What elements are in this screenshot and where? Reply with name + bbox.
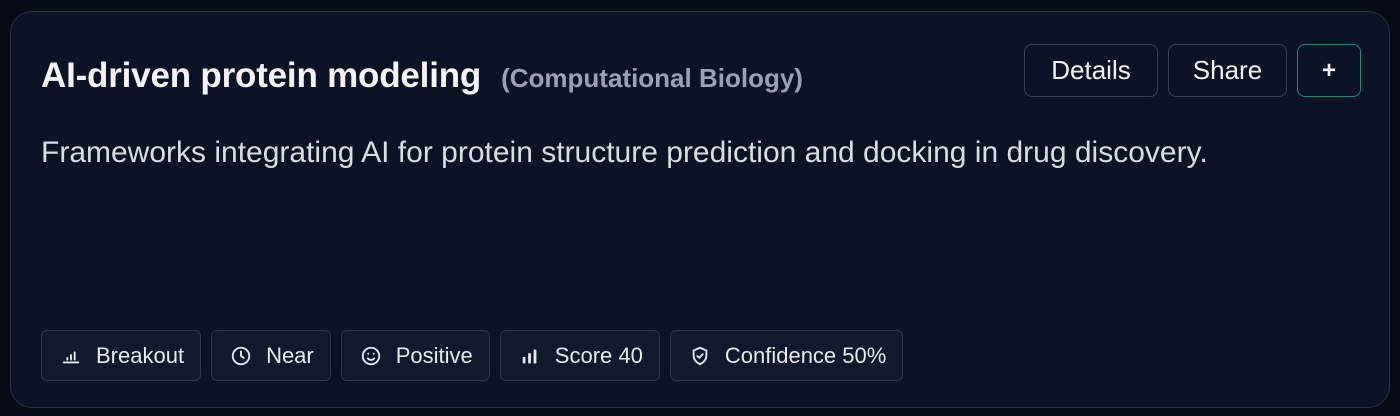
tag-trend: Breakout xyxy=(41,330,202,381)
smile-icon xyxy=(361,346,380,365)
add-button[interactable]: + xyxy=(1297,44,1361,97)
title-row: AI-driven protein modeling (Computationa… xyxy=(41,56,803,96)
category-label: (Computational Biology) xyxy=(501,63,803,93)
bar-chart-icon xyxy=(522,349,537,363)
tag-confidence: Confidence 50% xyxy=(669,330,904,381)
card-title: AI-driven protein modeling xyxy=(41,56,482,95)
shield-icon xyxy=(692,346,708,365)
card-description: Frameworks integrating AI for protein st… xyxy=(41,136,1208,169)
tag-horizon-label: Near xyxy=(266,342,314,368)
tag-score: Score 40 xyxy=(499,330,660,381)
tag-confidence-label: Confidence 50% xyxy=(724,342,887,368)
card-actions: Details Share + xyxy=(1024,44,1361,97)
tag-list: Breakout Near Positive Score 40 Confiden… xyxy=(41,330,904,381)
tag-score-label: Score 40 xyxy=(554,342,643,368)
share-button[interactable]: Share xyxy=(1168,44,1287,97)
tag-horizon: Near xyxy=(211,330,331,381)
details-button[interactable]: Details xyxy=(1024,44,1158,97)
tag-trend-label: Breakout xyxy=(96,342,185,368)
topic-card: AI-driven protein modeling (Computationa… xyxy=(10,11,1390,408)
clock-icon xyxy=(231,346,251,365)
tag-sentiment: Positive xyxy=(340,330,490,381)
bar-chart-small-icon xyxy=(62,350,80,363)
tag-sentiment-label: Positive xyxy=(395,342,473,368)
